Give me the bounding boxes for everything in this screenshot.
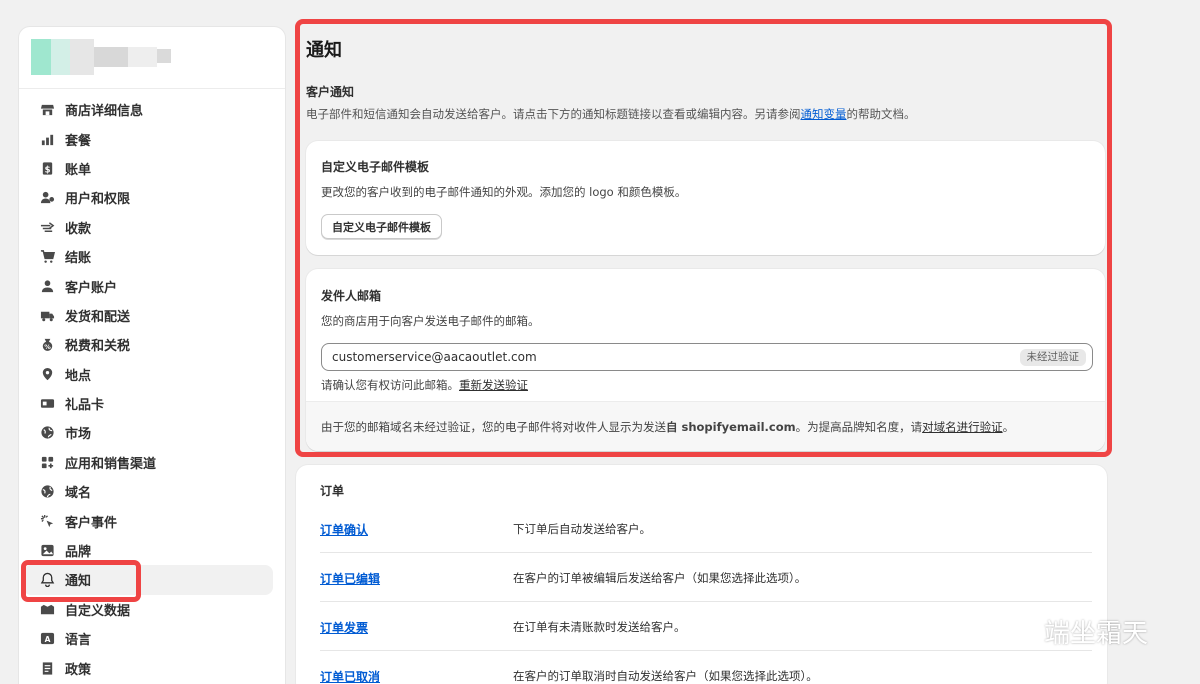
sidebar-item-label: 用户和权限	[65, 192, 131, 208]
gift-card-icon	[39, 396, 55, 412]
sidebar-item-domains[interactable]: 域名	[23, 477, 273, 506]
sidebar-item-label: 发货和配送	[65, 309, 131, 325]
plan-icon	[39, 131, 55, 147]
payments-icon	[39, 219, 55, 235]
sidebar-item-markets[interactable]: 市场	[23, 418, 273, 447]
sidebar-item-gift-cards[interactable]: 礼品卡	[23, 389, 273, 418]
location-icon	[39, 366, 55, 382]
sidebar-item-label: 自定义数据	[65, 603, 131, 619]
sidebar-item-customer-accounts[interactable]: 客户账户	[23, 271, 273, 300]
truck-icon	[39, 307, 55, 323]
store-header[interactable]	[19, 27, 285, 89]
sidebar-item-label: 礼品卡	[65, 398, 105, 414]
order-cancelled-link[interactable]: 订单已取消	[320, 668, 380, 684]
order-confirmation-link[interactable]: 订单确认	[320, 521, 368, 538]
sidebar-item-label: 应用和销售渠道	[65, 456, 157, 472]
store-icon	[39, 102, 55, 118]
sidebar-item-billing[interactable]: $ 账单	[23, 154, 273, 183]
sidebar-item-checkout[interactable]: 结账	[23, 242, 273, 271]
sidebar-item-label: 客户事件	[65, 515, 118, 531]
sidebar-item-store-details[interactable]: 商店详细信息	[23, 95, 273, 124]
sidebar-item-label: 套餐	[65, 133, 92, 149]
orders-card: 订单 订单确认 下订单后自动发送给客户。 订单已编辑 在客户的订单被编辑后发送给…	[296, 465, 1107, 684]
person-icon	[39, 278, 55, 294]
sidebar-item-languages[interactable]: A 语言	[23, 624, 273, 653]
orders-title: 订单	[320, 484, 345, 498]
cursor-icon	[39, 513, 55, 529]
brand-icon	[39, 543, 55, 559]
sidebar-item-payments[interactable]: 收款	[23, 213, 273, 242]
sidebar-item-label: 市场	[65, 427, 92, 443]
language-icon: A	[39, 631, 55, 647]
order-row-desc: 下订单后自动发送给客户。	[513, 522, 651, 536]
data-icon	[39, 601, 55, 617]
order-notification-row: 订单发票 在订单有未清账款时发送给客户。	[320, 602, 1092, 651]
policy-icon	[39, 660, 55, 676]
order-notification-row: 订单已编辑 在客户的订单被编辑后发送给客户（如果您选择此选项）。	[320, 553, 1092, 602]
svg-text:A: A	[44, 635, 50, 644]
order-edited-link[interactable]: 订单已编辑	[320, 570, 380, 587]
sidebar-item-shipping[interactable]: 发货和配送	[23, 301, 273, 330]
sidebar-item-locations[interactable]: 地点	[23, 360, 273, 389]
sidebar-item-apps[interactable]: 应用和销售渠道	[23, 448, 273, 477]
sidebar-item-label: 政策	[65, 662, 92, 678]
sidebar-item-policies[interactable]: 政策	[23, 653, 273, 682]
order-invoice-link[interactable]: 订单发票	[320, 619, 368, 636]
sidebar-item-users[interactable]: 用户和权限	[23, 183, 273, 212]
watermark-text: 端坐霜天	[1044, 618, 1149, 649]
globe-icon	[39, 425, 55, 441]
sidebar-item-label: 域名	[65, 486, 92, 502]
billing-icon: $	[39, 160, 55, 176]
sidebar-item-label: 账单	[65, 162, 92, 178]
svg-text:$: $	[44, 164, 50, 174]
sidebar-item-label: 地点	[65, 368, 92, 384]
order-notification-row: 订单已取消 在客户的订单取消时自动发送给客户（如果您选择此选项）。	[320, 651, 1092, 684]
sidebar-item-label: 收款	[65, 221, 92, 237]
wechat-icon	[990, 613, 1035, 648]
order-row-desc: 在订单有未清账款时发送给客户。	[513, 620, 686, 634]
sidebar-item-label: 税费和关税	[65, 339, 131, 355]
order-notification-row: 订单确认 下订单后自动发送给客户。	[320, 504, 1092, 553]
tax-icon: %	[39, 337, 55, 353]
domain-icon	[39, 484, 55, 500]
sidebar-item-label: 结账	[65, 251, 92, 267]
sidebar-item-plan[interactable]: 套餐	[23, 124, 273, 153]
sidebar-item-customer-events[interactable]: 客户事件	[23, 506, 273, 535]
store-logo-blurred	[31, 39, 171, 75]
sidebar-item-label: 品牌	[65, 545, 92, 561]
sidebar-item-label: 商店详细信息	[65, 104, 144, 120]
watermark: 端坐霜天	[990, 612, 1148, 650]
sidebar-item-taxes[interactable]: % 税费和关税	[23, 330, 273, 359]
svg-text:%: %	[44, 344, 51, 352]
users-icon	[39, 190, 55, 206]
order-row-desc: 在客户的订单被编辑后发送给客户（如果您选择此选项）。	[513, 571, 807, 585]
highlight-box-notifications	[21, 560, 141, 602]
highlight-box-customer-notifications	[295, 19, 1112, 457]
sidebar-item-label: 客户账户	[65, 280, 118, 296]
sidebar-item-label: 语言	[65, 633, 92, 649]
apps-icon	[39, 454, 55, 470]
cart-icon	[39, 249, 55, 265]
order-row-desc: 在客户的订单取消时自动发送给客户（如果您选择此选项）。	[513, 669, 818, 683]
